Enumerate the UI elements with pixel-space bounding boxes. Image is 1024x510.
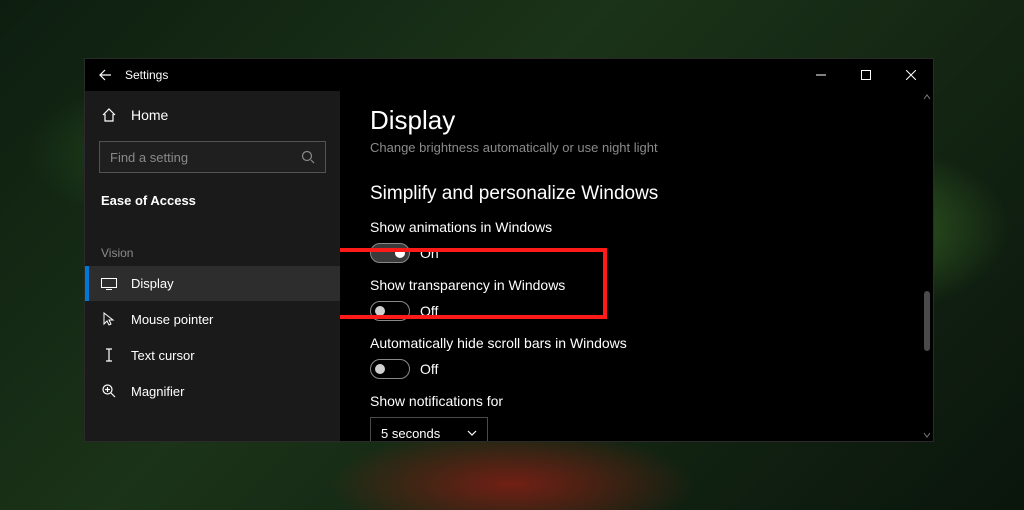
notifications-dropdown[interactable]: 5 seconds [370, 417, 488, 441]
chevron-down-icon [467, 430, 477, 436]
setting-notifications: Show notifications for 5 seconds [370, 393, 903, 441]
setting-animations: Show animations in Windows On [370, 219, 903, 263]
sidebar-item-label: Magnifier [131, 384, 184, 399]
scroll-thumb[interactable] [924, 291, 930, 351]
close-icon [906, 70, 916, 80]
setting-label: Show notifications for [370, 393, 903, 409]
close-button[interactable] [888, 59, 933, 91]
content-pane: Display Change brightness automatically … [340, 91, 933, 441]
dropdown-value: 5 seconds [381, 426, 440, 441]
sidebar-item-mouse-pointer[interactable]: Mouse pointer [85, 301, 340, 337]
sidebar-item-text-cursor[interactable]: Text cursor [85, 337, 340, 373]
search-icon [301, 150, 315, 164]
mouse-pointer-icon [101, 311, 117, 327]
setting-label: Show animations in Windows [370, 219, 903, 235]
sidebar-item-label: Mouse pointer [131, 312, 213, 327]
home-icon [101, 107, 117, 123]
window-title: Settings [125, 68, 168, 82]
section-heading: Simplify and personalize Windows [370, 183, 903, 205]
toggle-scrollbars[interactable] [370, 359, 410, 379]
sidebar-section-title: Ease of Access [85, 189, 340, 218]
page-subtitle: Change brightness automatically or use n… [370, 140, 903, 155]
setting-scrollbars: Automatically hide scroll bars in Window… [370, 335, 903, 379]
sidebar-item-label: Display [131, 276, 174, 291]
display-icon [101, 278, 117, 290]
setting-label: Automatically hide scroll bars in Window… [370, 335, 903, 351]
minimize-button[interactable] [798, 59, 843, 91]
sidebar: Home Ease of Access Vision Display [85, 91, 340, 441]
back-button[interactable] [85, 59, 125, 91]
settings-window: Settings Home [84, 58, 934, 442]
toggle-state: On [420, 245, 439, 261]
setting-label: Show transparency in Windows [370, 277, 903, 293]
scroll-down-icon[interactable] [921, 429, 933, 441]
sidebar-item-label: Text cursor [131, 348, 195, 363]
toggle-transparency[interactable] [370, 301, 410, 321]
maximize-icon [861, 70, 871, 80]
arrow-left-icon [98, 68, 112, 82]
sidebar-group-vision: Vision [85, 218, 340, 266]
text-cursor-icon [101, 347, 117, 363]
titlebar: Settings [85, 59, 933, 91]
maximize-button[interactable] [843, 59, 888, 91]
sidebar-home[interactable]: Home [85, 99, 340, 131]
toggle-state: Off [420, 361, 438, 377]
search-box[interactable] [99, 141, 326, 173]
sidebar-home-label: Home [131, 107, 168, 123]
toggle-animations[interactable] [370, 243, 410, 263]
magnifier-icon [101, 383, 117, 399]
scroll-up-icon[interactable] [921, 91, 933, 103]
scrollbar[interactable] [921, 91, 933, 441]
sidebar-item-display[interactable]: Display [85, 266, 340, 301]
sidebar-item-magnifier[interactable]: Magnifier [85, 373, 340, 409]
setting-transparency: Show transparency in Windows Off [370, 277, 903, 321]
search-input[interactable] [110, 150, 293, 165]
toggle-state: Off [420, 303, 438, 319]
minimize-icon [816, 70, 826, 80]
page-title: Display [370, 105, 903, 136]
